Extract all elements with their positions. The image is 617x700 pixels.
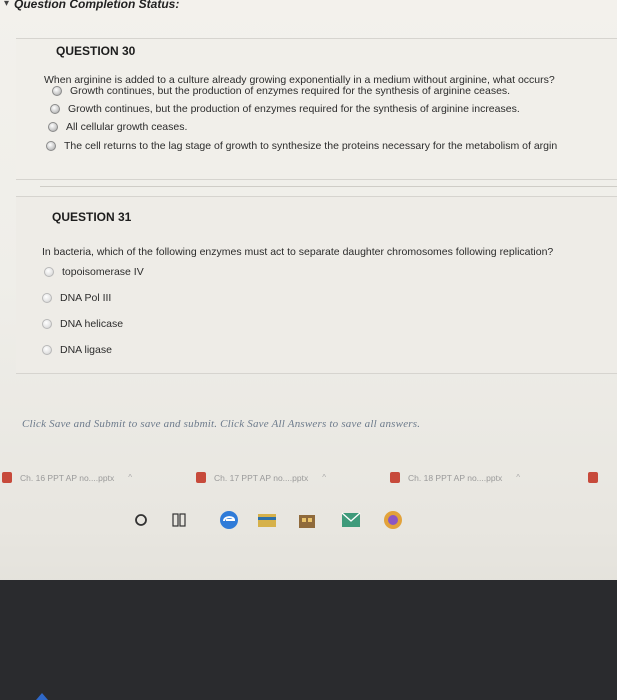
chevron-down-icon[interactable]: ▾ xyxy=(4,0,9,9)
radio-icon[interactable] xyxy=(42,345,52,355)
radio-icon[interactable] xyxy=(42,319,52,329)
file-icon xyxy=(2,472,12,483)
download-item[interactable] xyxy=(588,472,606,483)
option-label: All cellular growth ceases. xyxy=(66,121,188,133)
completion-status-bar: ▾ Question Completion Status: xyxy=(0,0,617,16)
question-31-option-2[interactable]: DNA Pol III xyxy=(42,292,111,304)
question-31-option-1[interactable]: topoisomerase IV xyxy=(44,266,144,278)
radio-icon[interactable] xyxy=(48,122,58,132)
file-icon xyxy=(196,472,206,483)
option-label: Growth continues, but the production of … xyxy=(68,103,520,115)
radio-icon[interactable] xyxy=(44,267,54,277)
question-31-option-4[interactable]: DNA ligase xyxy=(42,344,112,356)
question-31-text: In bacteria, which of the following enzy… xyxy=(42,246,554,258)
screen-photo: ▾ Question Completion Status: QUESTION 3… xyxy=(0,0,617,700)
status-title: Question Completion Status: xyxy=(14,0,180,11)
download-filename: Ch. 17 PPT AP no....pptx xyxy=(214,472,309,483)
question-30-option-2[interactable]: Growth continues, but the production of … xyxy=(50,103,520,115)
download-item[interactable]: Ch. 16 PPT AP no....pptx ^ xyxy=(2,472,132,483)
save-instructions: Click Save and Submit to save and submit… xyxy=(22,418,421,430)
question-31-number: QUESTION 31 xyxy=(52,210,132,224)
app-icon[interactable] xyxy=(382,509,404,531)
radio-icon[interactable] xyxy=(42,293,52,303)
edge-browser-icon[interactable] xyxy=(218,509,240,531)
question-31-option-3[interactable]: DNA helicase xyxy=(42,318,123,330)
question-30-option-4[interactable]: The cell returns to the lag stage of gro… xyxy=(46,140,557,152)
file-explorer-icon[interactable] xyxy=(256,509,278,531)
store-icon[interactable] xyxy=(296,509,318,531)
task-view-icon[interactable] xyxy=(170,511,188,529)
option-label: DNA helicase xyxy=(60,318,124,330)
radio-icon[interactable] xyxy=(52,86,62,96)
download-item[interactable]: Ch. 17 PPT AP no....pptx ^ xyxy=(196,472,326,483)
radio-icon[interactable] xyxy=(46,141,56,151)
radio-icon[interactable] xyxy=(50,104,60,114)
option-label: The cell returns to the lag stage of gro… xyxy=(64,140,558,152)
chevron-up-icon[interactable]: ^ xyxy=(128,473,132,482)
question-30-number: QUESTION 30 xyxy=(56,44,136,58)
divider xyxy=(40,186,617,187)
file-icon xyxy=(390,472,400,483)
option-label: Growth continues, but the production of … xyxy=(70,85,511,97)
option-label: DNA Pol III xyxy=(60,292,112,304)
question-30-option-1[interactable]: Growth continues, but the production of … xyxy=(52,85,510,97)
option-label: topoisomerase IV xyxy=(62,266,144,278)
download-shelf: Ch. 16 PPT AP no....pptx ^ Ch. 17 PPT AP… xyxy=(0,466,617,494)
chevron-up-icon[interactable]: ^ xyxy=(516,473,520,482)
download-filename: Ch. 16 PPT AP no....pptx xyxy=(20,472,115,483)
option-label: DNA ligase xyxy=(60,344,112,356)
question-30-option-3[interactable]: All cellular growth ceases. xyxy=(48,121,187,133)
mail-icon[interactable] xyxy=(340,509,362,531)
file-icon xyxy=(588,472,598,483)
download-filename: Ch. 18 PPT AP no....pptx xyxy=(408,472,503,483)
taskbar xyxy=(120,505,430,537)
chevron-up-icon[interactable]: ^ xyxy=(322,473,326,482)
search-icon[interactable] xyxy=(132,511,150,529)
desk-background xyxy=(0,580,617,700)
download-item[interactable]: Ch. 18 PPT AP no....pptx ^ xyxy=(390,472,520,483)
